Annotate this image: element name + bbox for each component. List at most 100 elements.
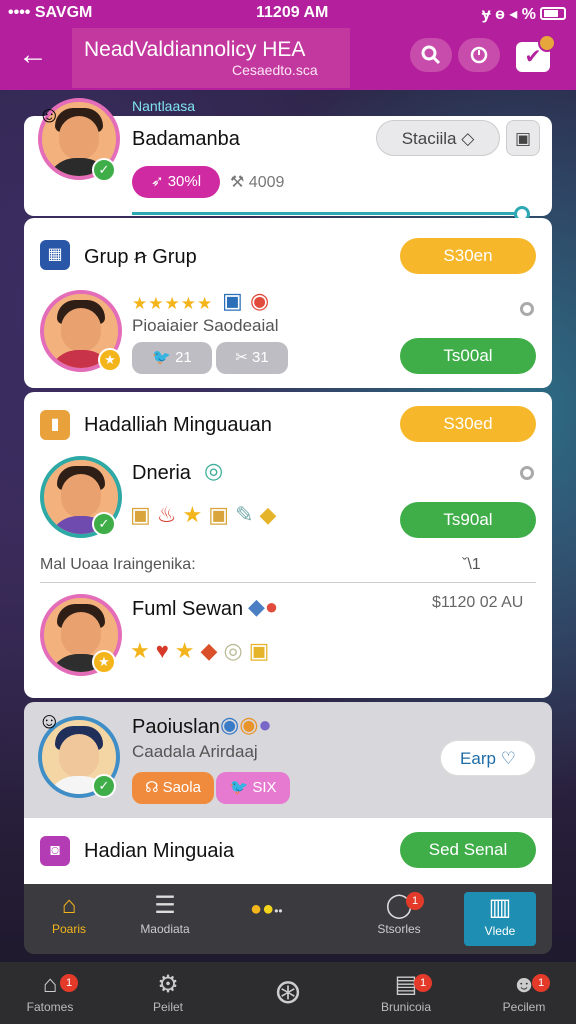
avatar-face (59, 116, 99, 160)
back-button[interactable]: ← (18, 38, 48, 72)
group-action-button[interactable]: S30en (400, 238, 536, 274)
gem-icon: ◎ (204, 458, 224, 483)
house-icon: ⌂ (42, 971, 58, 998)
page-dots: ●●•• (250, 898, 283, 921)
gear-icon: ⚙ (157, 971, 179, 998)
featured-name: Paoiuslan (132, 716, 220, 738)
avatar-face (61, 308, 101, 352)
search-icon (421, 45, 441, 65)
list-icon: ☰ (154, 892, 176, 919)
tab-home[interactable]: ⌂ Poaris (24, 890, 114, 948)
tab-bar: ⌂ Poaris ☰ Maodiata ●●•• ◯ Stsorles 1 ▥ … (24, 884, 552, 954)
avatar-face (61, 612, 101, 656)
divider-right: ˇ\1 (462, 556, 481, 573)
join-button[interactable]: Ts90al (400, 502, 536, 538)
nav-settings[interactable]: ⚙ Peilet (118, 970, 218, 1014)
divider (40, 582, 536, 583)
tag-shares[interactable]: ✂ 31 (216, 342, 288, 374)
bottom-nav: ⌂ Fatomes 1 ⚙ Peilet ⊛ ▤ Brunicoia 1 ☻ P… (0, 962, 576, 1024)
tab-chat[interactable]: ◯ Stsorles 1 (354, 890, 444, 948)
tag-shares-label: 31 (252, 349, 269, 366)
tag-twitter[interactable]: 🐦 SIX (216, 772, 290, 804)
notification-dot (538, 34, 556, 52)
smiley-icon: ☺ (38, 102, 61, 127)
profile-tag-count-label: 4009 (248, 174, 285, 191)
profile-tag-percent[interactable]: ➶ 30%l (132, 166, 220, 198)
badge-icon: ◉ (250, 288, 270, 313)
earn-button[interactable]: Earp ♡ (440, 740, 536, 776)
avatar-face (59, 734, 99, 778)
trophy-icons: ◆● (248, 594, 279, 619)
nav-profile[interactable]: ☻ Pecilem 1 (474, 970, 574, 1014)
timer-icon (470, 46, 488, 64)
group-title: Grup ꞥ Grup (84, 246, 197, 268)
status-bar: •••• SAVGM 11209 AM ɏ ɵ ◂ % (0, 0, 576, 26)
tab-label: Stsorles (377, 922, 421, 936)
badge-count: 1 (532, 974, 550, 992)
nav-label: Pecilem (502, 1000, 546, 1014)
verified-icon: ✓ (92, 774, 116, 798)
badge-count: 1 (60, 974, 78, 992)
tag-saola-label: Saola (162, 779, 201, 796)
send-button[interactable]: Sed Senal (400, 832, 536, 868)
bottom-card: ◙ Hadian Minguaia Sed Senal (24, 818, 552, 884)
nav-inbox[interactable]: ▤ Brunicoia 1 (356, 970, 456, 1014)
status-button[interactable]: Staciila ◇ (376, 120, 500, 156)
group-card-1: ▦ Grup ꞥ Grup S30en ★ ★★★★★ ▣ ◉ Pioaiaie… (24, 218, 552, 388)
nav-center[interactable]: ⊛ (238, 970, 338, 1014)
verified-icon: ✓ (92, 158, 116, 182)
dot-icon: ● (262, 898, 275, 920)
title-box: NeadValdiannolicy HEA Cesaedto.sca (72, 28, 350, 88)
earn-button-label: Earp (460, 749, 496, 768)
star-badge-icon: ★ (92, 650, 116, 674)
home-icon: ⌂ (61, 892, 77, 919)
featured-card: ✓ ☺ Paoiuslan ◉◉● Caadala Arirdaaj ☊ Sao… (24, 702, 552, 818)
chat-icon: ◯ (385, 892, 413, 919)
radio-icon[interactable] (520, 466, 534, 480)
search-button[interactable] (410, 38, 452, 72)
member2-name: Fuml Sewan (132, 598, 244, 620)
badge-count: 1 (414, 974, 432, 992)
badge-count: 1 (406, 892, 424, 910)
book-icon: ▥ (488, 894, 512, 921)
tag-saola[interactable]: ☊ Saola (132, 772, 214, 804)
carrier-label: •••• SAVGM (8, 4, 93, 21)
page-title: NeadValdiannolicy HEA (84, 38, 306, 61)
group2-title: Hadalliah Minguauan (84, 414, 272, 436)
member-name: Pioaiaier Saodeaial (132, 316, 279, 335)
person-icon: ☻ (511, 971, 537, 998)
bottom-title: Hadian Minguaia (84, 840, 235, 862)
notification-button[interactable]: ✔ (516, 34, 556, 72)
nav-favorites[interactable]: ⌂ Fatomes 1 (0, 970, 100, 1014)
battery-icon (540, 7, 566, 20)
tag-twitter-label: SIX (252, 779, 277, 796)
progress-bar (132, 212, 524, 215)
refresh-button[interactable] (458, 38, 500, 72)
member2-amount: $1120 02 AU (432, 594, 524, 611)
profile-tag-count: ⚒ 4009 (230, 174, 285, 191)
tag-twitter[interactable]: 🐦 21 (132, 342, 212, 374)
profile-name: Badamanba (132, 128, 240, 150)
save-button[interactable]: ▣ (506, 120, 540, 156)
group-card-2: ▮ Hadalliah Minguauan S30ed ✓ Dneria ◎ ▣… (24, 392, 552, 698)
group2-action-button[interactable]: S30ed (400, 406, 536, 442)
gift-icon: ▮ (40, 410, 70, 440)
page-subtitle: Cesaedto.sca (232, 62, 318, 78)
dot-icon: ● (250, 898, 263, 920)
reward-icons: ▣♨★▣✎◆ (130, 502, 283, 527)
tab-label: Poaris (51, 922, 86, 936)
check-icon: ✔ (524, 46, 542, 68)
join-button[interactable]: Ts00al (400, 338, 536, 374)
tab-book[interactable]: ▥ Vlede (464, 892, 536, 946)
tab-list[interactable]: ☰ Maodiata (120, 890, 210, 948)
profile-top-label: Nantlaasa (132, 98, 196, 114)
member-name: Dneria (132, 462, 191, 484)
clock: 11209 AM (256, 4, 329, 21)
reward-icons: ★♥★◆◎▣ (130, 638, 276, 663)
radio-icon[interactable] (520, 302, 534, 316)
verified-icon: ✓ (92, 512, 116, 536)
inbox-icon: ▤ (394, 971, 418, 998)
steering-icon: ⊛ (273, 973, 303, 1011)
status-button-label: Staciila (401, 129, 457, 148)
nav-label: Peilet (152, 1000, 184, 1014)
